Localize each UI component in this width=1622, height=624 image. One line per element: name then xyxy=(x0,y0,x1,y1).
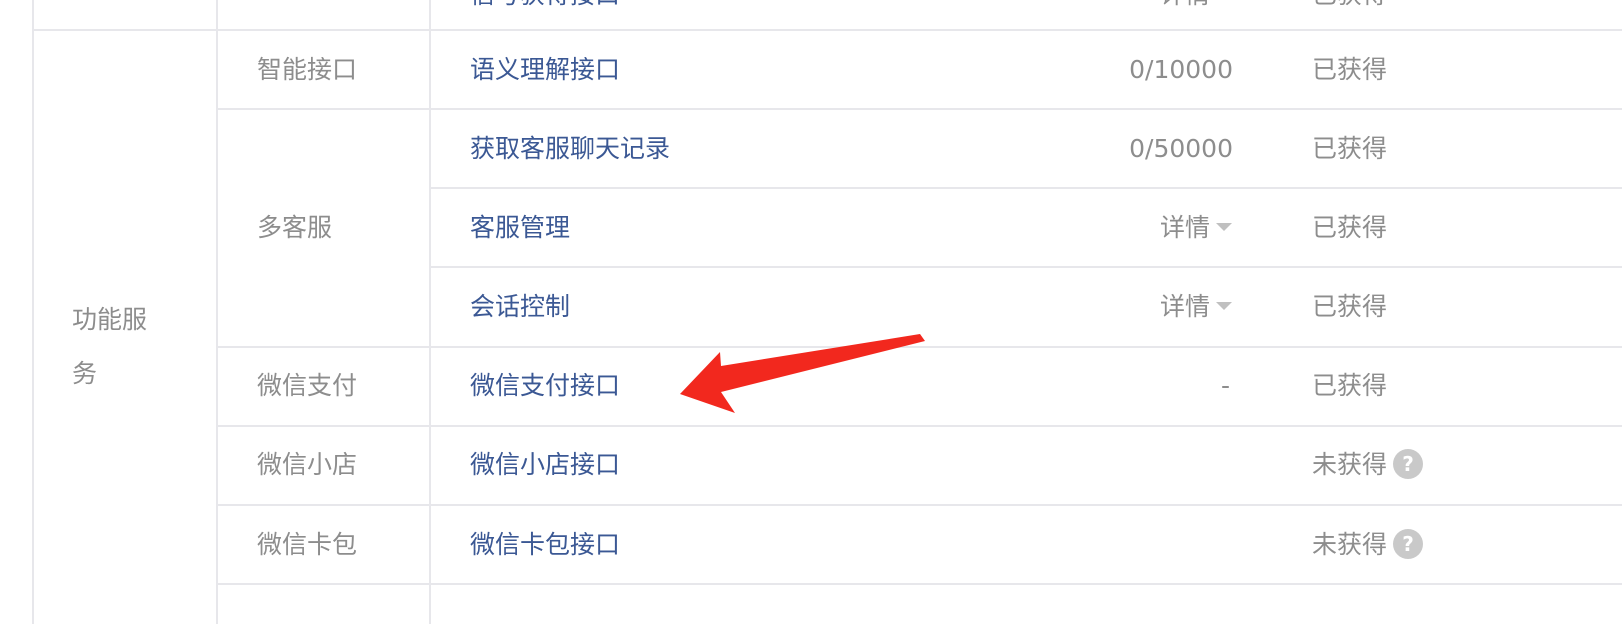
caret-down-icon xyxy=(1216,302,1233,310)
subcategory-label: 智能接口 xyxy=(257,55,358,84)
row-divider xyxy=(429,187,1622,189)
api-name-link[interactable]: 获取客服聊天记录 xyxy=(470,132,670,166)
api-name-link[interactable]: 信号获得接口 xyxy=(470,0,620,10)
row-divider xyxy=(429,266,1622,268)
details-toggle[interactable]: 详情 xyxy=(1160,211,1233,245)
details-label: 详情 xyxy=(1160,292,1211,321)
caret-down-icon xyxy=(1216,223,1233,231)
category-label-continued: 务 xyxy=(72,359,98,388)
status-text: 已获得 xyxy=(1312,134,1388,163)
row-divider xyxy=(216,583,1622,585)
status-text: 已获得 xyxy=(1312,292,1388,321)
subcategory-column-divider xyxy=(429,0,431,624)
category-column-divider xyxy=(216,0,218,624)
status-text: 已获得 xyxy=(1312,213,1388,242)
status-text: 已获得 xyxy=(1312,0,1387,10)
status-cell: 未获得? xyxy=(1312,528,1424,562)
api-name-link[interactable]: 会话控制 xyxy=(470,290,570,324)
details-toggle[interactable]: 详情 xyxy=(1160,0,1210,10)
subcategory-label: 微信支付 xyxy=(257,371,358,400)
table-left-border xyxy=(32,0,34,624)
help-icon[interactable]: ? xyxy=(1393,449,1424,479)
category-label: 功能服 xyxy=(72,305,148,334)
subcategory-label: 多客服 xyxy=(257,213,333,242)
status-text: 未获得 xyxy=(1312,530,1388,559)
status-cell: 未获得? xyxy=(1312,448,1424,482)
subcategory-label: 微信小店 xyxy=(257,450,358,479)
api-name-link[interactable]: 语义理解接口 xyxy=(470,53,620,87)
details-label: 详情 xyxy=(1160,213,1211,242)
quota-value: 0/10000 xyxy=(1129,55,1233,84)
api-name-link[interactable]: 客服管理 xyxy=(470,211,570,245)
row-divider xyxy=(216,504,1622,506)
row-divider xyxy=(216,346,1622,348)
api-name-link[interactable]: 微信小店接口 xyxy=(470,448,620,482)
status-text: 已获得 xyxy=(1312,55,1388,84)
quota-value: - xyxy=(1220,371,1230,400)
help-icon[interactable]: ? xyxy=(1393,529,1424,559)
row-divider xyxy=(32,29,1622,31)
row-divider xyxy=(216,108,1622,110)
status-text: 已获得 xyxy=(1312,371,1388,400)
row-divider xyxy=(216,425,1622,427)
subcategory-label: 微信卡包 xyxy=(257,530,358,559)
quota-value: 0/50000 xyxy=(1129,134,1233,163)
api-name-link[interactable]: 微信卡包接口 xyxy=(470,528,620,562)
status-text: 未获得 xyxy=(1312,450,1388,479)
details-toggle[interactable]: 详情 xyxy=(1160,290,1233,324)
api-name-link[interactable]: 微信支付接口 xyxy=(470,369,620,403)
